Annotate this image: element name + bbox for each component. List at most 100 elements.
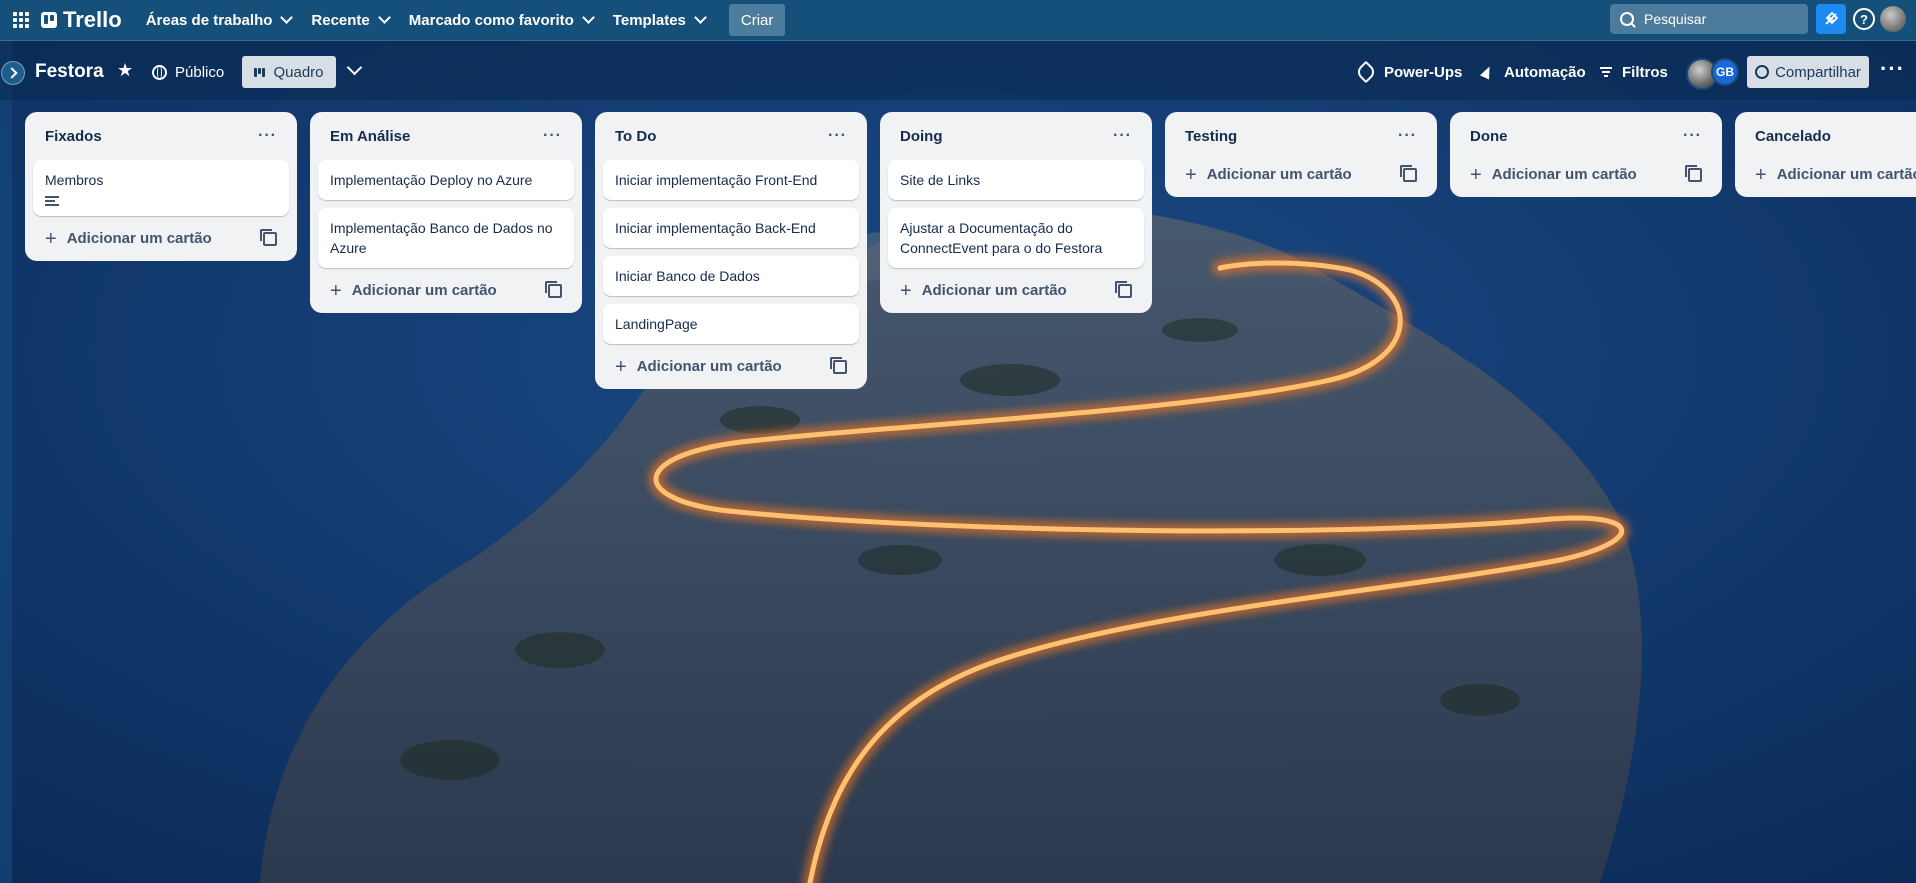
lightning-icon <box>1479 64 1495 80</box>
chevron-down-icon <box>694 11 707 24</box>
card-template-icon[interactable] <box>545 280 562 298</box>
card-title: Membros <box>45 172 104 188</box>
add-card-button[interactable]: + Adicionar um cartão <box>330 279 497 302</box>
list-actions-icon[interactable]: ··· <box>543 127 562 145</box>
automation-button[interactable]: Automação <box>1479 58 1586 86</box>
nav-templates-label: Templates <box>612 11 686 29</box>
search-icon <box>1620 12 1634 26</box>
list-title[interactable]: Fixados <box>45 128 102 145</box>
list-testing[interactable]: Testing ··· + Adicionar um cartão <box>1165 112 1437 197</box>
card[interactable]: Implementação Banco de Dados no Azure <box>318 208 574 268</box>
chevron-down-icon <box>581 11 595 24</box>
plus-icon: + <box>900 279 912 302</box>
card[interactable]: Iniciar Banco de Dados <box>603 256 859 296</box>
card-template-icon[interactable] <box>260 228 277 246</box>
powerups-button[interactable]: Power-Ups <box>1354 58 1463 86</box>
list-doing[interactable]: Doing ··· Site de Links Ajustar a Docume… <box>880 112 1152 313</box>
add-card-button[interactable]: + Adicionar um cartão <box>1470 163 1637 186</box>
nav-templates[interactable]: Templates <box>603 4 715 36</box>
board-lists: Fixados ··· Membros + Adicionar um cartão… <box>25 112 1916 389</box>
expand-sidebar-button[interactable] <box>1 61 25 85</box>
add-card-button[interactable]: + Adicionar um cartão <box>45 229 212 249</box>
card[interactable]: Membros <box>33 160 289 216</box>
share-button[interactable]: Compartilhar <box>1747 56 1869 88</box>
list-em-analise[interactable]: Em Análise ··· Implementação Deploy no A… <box>310 112 582 313</box>
star-icon[interactable]: ★ <box>117 60 133 81</box>
user-avatar[interactable] <box>1880 6 1906 32</box>
nav-recent[interactable]: Recente <box>301 4 398 36</box>
description-icon <box>45 196 59 206</box>
filters-button[interactable]: Filtros <box>1600 58 1668 86</box>
list-cancelado[interactable]: Cancelado + Adicionar um cartão <box>1735 112 1916 197</box>
list-actions-icon[interactable]: ··· <box>1113 127 1132 145</box>
list-fixados[interactable]: Fixados ··· Membros + Adicionar um cartão <box>25 112 297 261</box>
plus-icon: + <box>330 279 342 302</box>
card-template-icon[interactable] <box>1115 280 1132 298</box>
add-card-label: Adicionar um cartão <box>636 358 782 375</box>
plus-icon: + <box>1470 163 1482 186</box>
list-title[interactable]: Doing <box>900 128 943 145</box>
card[interactable]: Ajustar a Documentação do ConnectEvent p… <box>888 208 1144 268</box>
list-title[interactable]: To Do <box>615 128 656 145</box>
add-card-row: + Adicionar um cartão <box>33 220 289 255</box>
visibility-label: Público <box>175 63 225 81</box>
list-title[interactable]: Testing <box>1185 128 1237 145</box>
card-template-icon[interactable] <box>830 356 847 374</box>
plus-icon: + <box>1755 163 1767 186</box>
search-box[interactable] <box>1610 4 1808 34</box>
visibility-button[interactable]: Público <box>152 58 224 86</box>
list-title[interactable]: Cancelado <box>1755 128 1831 145</box>
app-switcher-icon[interactable] <box>11 10 31 30</box>
list-done[interactable]: Done ··· + Adicionar um cartão <box>1450 112 1722 197</box>
trello-logo[interactable]: Trello <box>41 7 122 33</box>
bell-icon <box>1825 11 1839 25</box>
chevron-down-icon <box>377 11 391 24</box>
list-header: Em Análise ··· <box>318 120 574 152</box>
notifications-button[interactable] <box>1816 4 1846 34</box>
chevron-right-icon <box>5 67 18 79</box>
nav-workspaces[interactable]: Áreas de trabalho <box>136 4 302 36</box>
plus-icon: + <box>615 355 627 378</box>
nav-starred[interactable]: Marcado como favorito <box>399 4 603 36</box>
list-header: To Do ··· <box>603 120 859 152</box>
board-menu-button[interactable]: ··· <box>1880 58 1905 80</box>
add-card-row: + Adicionar um cartão <box>603 348 859 383</box>
member-avatar-initials[interactable]: GB <box>1711 58 1739 86</box>
add-card-button[interactable]: + Adicionar um cartão <box>1185 165 1352 185</box>
help-button[interactable]: ? <box>1853 8 1875 30</box>
powerups-label: Power-Ups <box>1384 63 1463 81</box>
card-template-icon[interactable] <box>1400 164 1417 182</box>
trello-logo-text: Trello <box>63 7 122 32</box>
rocket-icon <box>1354 60 1378 84</box>
search-input[interactable] <box>1642 10 1796 28</box>
add-card-button[interactable]: + Adicionar um cartão <box>615 355 782 378</box>
list-actions-icon[interactable]: ··· <box>258 127 277 145</box>
board-view-button[interactable]: Quadro <box>242 56 336 88</box>
add-card-button[interactable]: + Adicionar um cartão <box>900 279 1067 302</box>
create-button[interactable]: Criar <box>728 4 786 36</box>
share-label: Compartilhar <box>1775 63 1861 81</box>
card[interactable]: Site de Links <box>888 160 1144 200</box>
add-card-label: Adicionar um cartão <box>921 282 1067 299</box>
card[interactable]: Iniciar implementação Front-End <box>603 160 859 200</box>
board-view-label: Quadro <box>273 63 324 81</box>
list-to-do[interactable]: To Do ··· Iniciar implementação Front-En… <box>595 112 867 389</box>
add-card-label: Adicionar um cartão <box>351 282 497 299</box>
collapsed-sidebar <box>0 40 12 883</box>
card-template-icon[interactable] <box>1685 164 1702 182</box>
list-actions-icon[interactable]: ··· <box>1398 127 1417 145</box>
card[interactable]: LandingPage <box>603 304 859 344</box>
add-card-button[interactable]: + Adicionar um cartão <box>1755 163 1916 186</box>
list-title[interactable]: Em Análise <box>330 128 410 145</box>
list-actions-icon[interactable]: ··· <box>828 127 847 145</box>
chevron-down-icon <box>280 11 294 24</box>
list-header: Cancelado <box>1743 120 1916 152</box>
board-title[interactable]: Festora <box>35 61 104 83</box>
list-title[interactable]: Done <box>1470 128 1508 145</box>
card[interactable]: Iniciar implementação Back-End <box>603 208 859 248</box>
add-card-label: Adicionar um cartão <box>1206 166 1352 183</box>
card[interactable]: Implementação Deploy no Azure <box>318 160 574 200</box>
add-card-label: Adicionar um cartão <box>1491 166 1637 183</box>
list-actions-icon[interactable]: ··· <box>1683 127 1702 145</box>
board-view-icon <box>254 67 266 77</box>
